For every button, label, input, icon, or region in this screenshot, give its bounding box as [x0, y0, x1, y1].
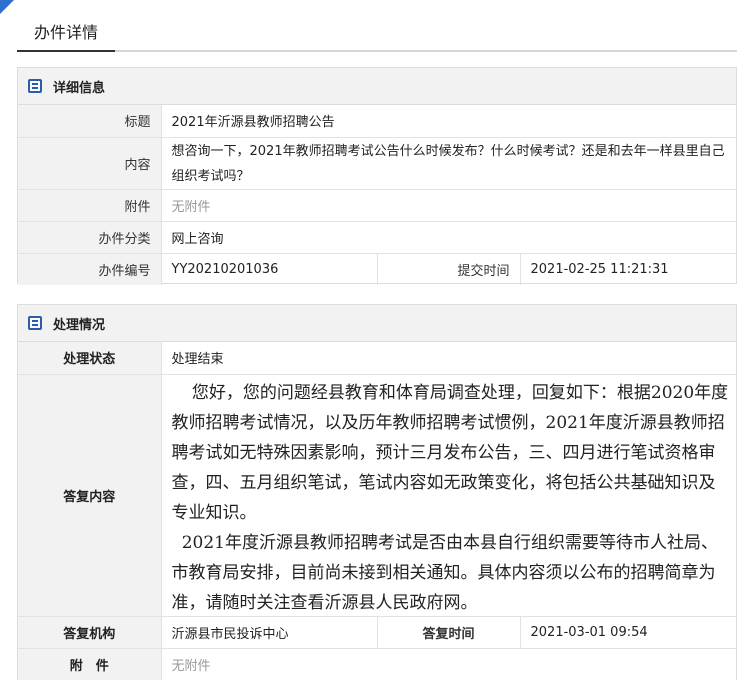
- category-value: 网上咨询: [161, 220, 736, 253]
- reply-label: 答复内容: [18, 373, 162, 616]
- reply-time-label: 答复时间: [376, 615, 521, 648]
- submit-time-value: 2021-02-25 11:21:31: [520, 252, 736, 285]
- details-row-number: 办件编号 YY20210201036 提交时间 2021-02-25 11:21…: [18, 252, 736, 285]
- handling-panel: 处理情况 处理状态 处理结束 答复内容 您好，您的问题经县教育和体育局调查处理，…: [17, 304, 737, 680]
- category-label: 办件分类: [18, 220, 162, 253]
- page-title: 办件详情: [17, 20, 115, 52]
- handling-attachment-value: 无附件: [161, 647, 736, 680]
- attachment-value: 无附件: [161, 188, 736, 221]
- handling-row-status: 处理状态 处理结束: [18, 342, 736, 374]
- reply-time-value: 2021-03-01 09:54: [520, 615, 736, 648]
- attachment-label: 附件: [18, 188, 162, 221]
- handling-row-reply: 答复内容 您好，您的问题经县教育和体育局调查处理，回复如下：根据2020年度教师…: [18, 373, 737, 616]
- handling-attachment-label: 附 件: [18, 647, 162, 680]
- status-value: 处理结束: [171, 352, 224, 368]
- details-panel: 详细信息 标题 2021年沂源县教师招聘公告 内容 想咨询一下，2021年教师招…: [17, 67, 737, 285]
- title-label: 标题: [18, 105, 162, 137]
- document-icon: [28, 79, 42, 93]
- details-row-attachment: 附件 无附件: [18, 188, 736, 221]
- details-row-content: 内容 想咨询一下，2021年教师招聘考试公告什么时候发布？什么时候考试？还是和去…: [18, 136, 736, 189]
- handling-table: 处理状态 处理结束 答复内容 您好，您的问题经县教育和体育局调查处理，回复如下：…: [18, 342, 736, 680]
- handling-panel-header: 处理情况: [18, 305, 736, 342]
- page-header: 办件详情: [17, 0, 737, 52]
- corner-marker: [0, 0, 14, 14]
- document-icon: [28, 316, 42, 330]
- details-panel-header: 详细信息: [18, 68, 736, 105]
- details-row-category: 办件分类 网上咨询: [18, 220, 736, 253]
- reply-paragraph-1: 您好，您的问题经县教育和体育局调查处理，回复如下：根据2020年度教师招聘考试情…: [171, 383, 729, 523]
- org-value: 沂源县市民投诉中心: [161, 615, 377, 648]
- number-value: YY20210201036: [161, 252, 377, 285]
- handling-row-attachment: 附 件 无附件: [18, 647, 736, 680]
- reply-content: 您好，您的问题经县教育和体育局调查处理，回复如下：根据2020年度教师招聘考试情…: [161, 373, 737, 616]
- reply-paragraph-2: 2021年度沂源县教师招聘考试是否由本县自行组织需要等待市人社局、市教育局安排，…: [171, 533, 718, 613]
- title-value: 2021年沂源县教师招聘公告: [171, 115, 335, 131]
- submit-time-label: 提交时间: [376, 252, 521, 285]
- handling-row-org: 答复机构 沂源县市民投诉中心 答复时间 2021-03-01 09:54: [18, 615, 736, 648]
- handling-section-title: 处理情况: [53, 317, 106, 333]
- details-row-title: 标题 2021年沂源县教师招聘公告: [18, 105, 736, 137]
- org-label: 答复机构: [18, 615, 162, 648]
- content-label: 内容: [18, 136, 162, 189]
- details-table: 标题 2021年沂源县教师招聘公告 内容 想咨询一下，2021年教师招聘考试公告…: [18, 105, 736, 285]
- number-label: 办件编号: [18, 252, 162, 285]
- details-section-title: 详细信息: [53, 80, 106, 96]
- content-value: 想咨询一下，2021年教师招聘考试公告什么时候发布？什么时候考试？还是和去年一样…: [161, 136, 736, 189]
- reply-text: 您好，您的问题经县教育和体育局调查处理，回复如下：根据2020年度教师招聘考试情…: [162, 376, 737, 614]
- status-label: 处理状态: [18, 342, 162, 374]
